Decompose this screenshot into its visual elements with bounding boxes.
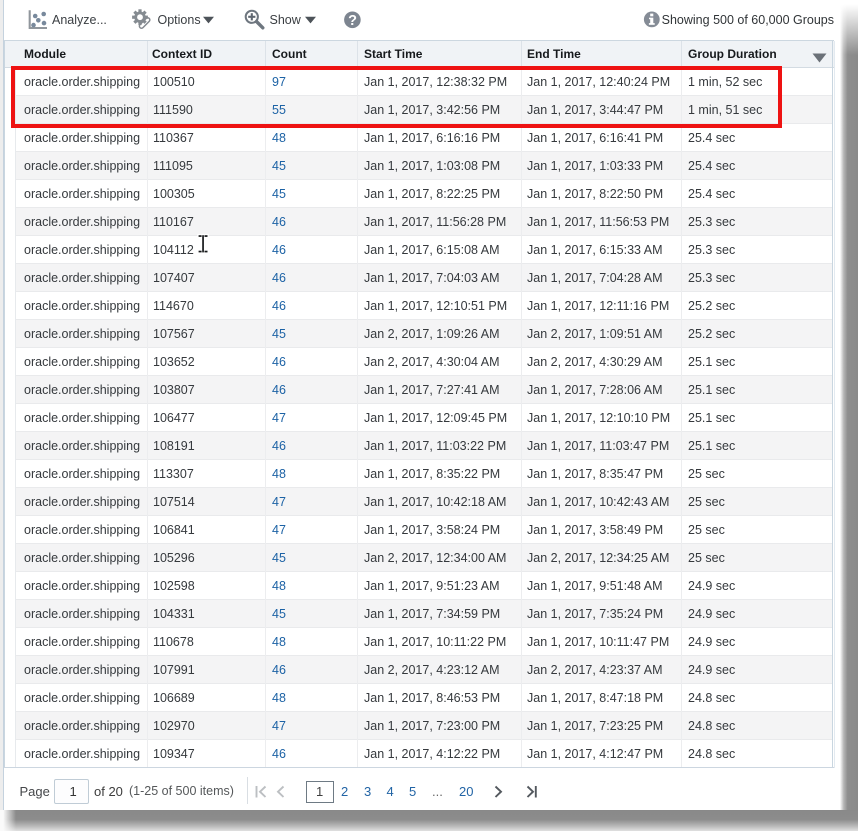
svg-text:?: ? (348, 13, 357, 29)
